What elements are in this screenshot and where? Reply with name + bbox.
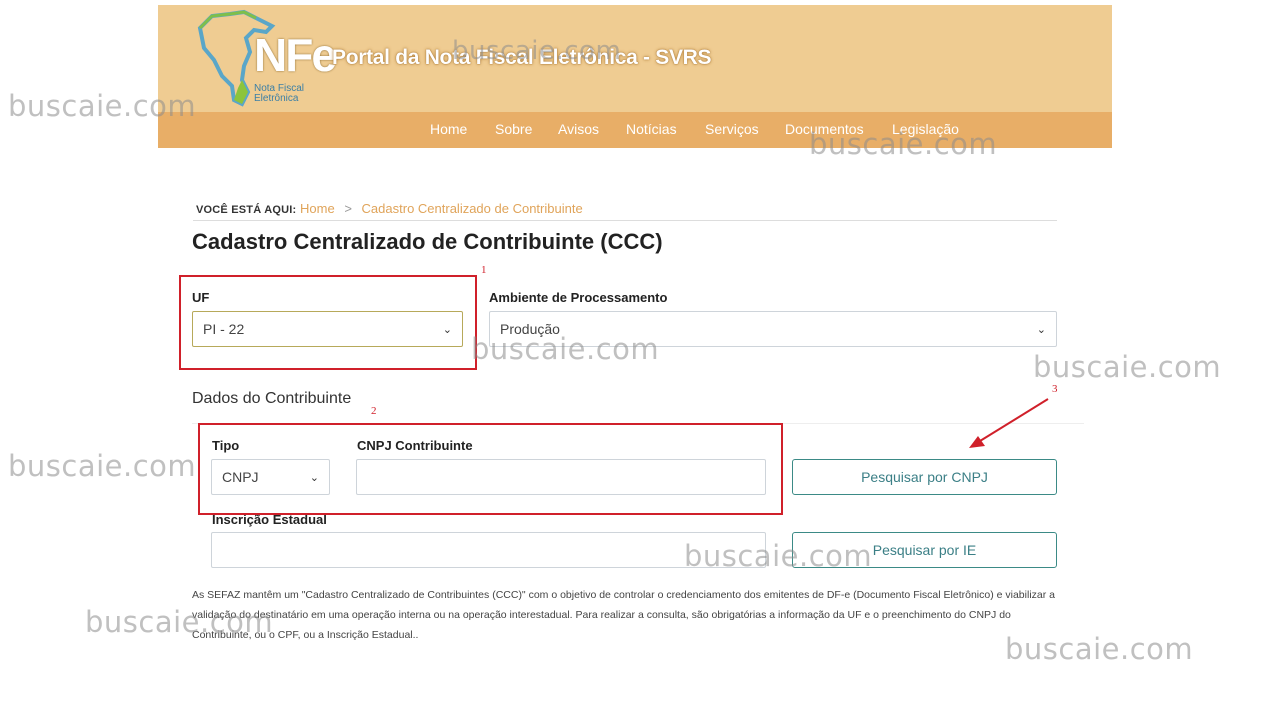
annotation-number-1: 1 [481, 264, 487, 276]
ambiente-label: Ambiente de Processamento [489, 290, 668, 305]
annotation-box-2 [198, 423, 783, 515]
nav-servicos[interactable]: Serviços [705, 121, 759, 137]
watermark: buscaie.com [1033, 350, 1222, 384]
nav-avisos[interactable]: Avisos [558, 121, 599, 137]
section-title: Dados do Contribuinte [192, 390, 352, 407]
ambiente-select-value: Produção [500, 321, 560, 337]
nfe-logo[interactable]: NFe Nota Fiscal Eletrônica [192, 8, 337, 110]
ie-input[interactable] [211, 532, 766, 568]
logo-subtitle: Nota Fiscal Eletrônica [254, 83, 305, 104]
breadcrumb-divider [193, 220, 1057, 221]
nav-sobre[interactable]: Sobre [495, 121, 532, 137]
search-ie-button[interactable]: Pesquisar por IE [792, 532, 1057, 568]
nav-noticias[interactable]: Notícias [626, 121, 677, 137]
site-header: NFe Nota Fiscal Eletrônica Portal da Not… [158, 5, 1112, 148]
portal-title: Portal da Nota Fiscal Eletrônica - SVRS [332, 46, 712, 69]
search-cnpj-button[interactable]: Pesquisar por CNPJ [792, 459, 1057, 495]
chevron-down-icon: ⌄ [1036, 323, 1046, 336]
watermark: buscaie.com [8, 449, 197, 483]
annotation-box-1 [179, 275, 477, 370]
breadcrumb-home-link[interactable]: Home [300, 201, 335, 216]
breadcrumb-separator: > [344, 201, 352, 216]
breadcrumb: VOCÊ ESTÁ AQUI: Home > Cadastro Centrali… [196, 201, 583, 216]
logo-text: NFe [254, 29, 337, 81]
breadcrumb-prefix: VOCÊ ESTÁ AQUI: [196, 204, 297, 216]
annotation-number-3: 3 [1052, 383, 1058, 395]
breadcrumb-current: Cadastro Centralizado de Contribuinte [361, 201, 583, 216]
nav-documentos[interactable]: Documentos [785, 121, 864, 137]
nav-legislacao[interactable]: Legislação [892, 121, 959, 137]
description-text: As SEFAZ mantêm um "Cadastro Centralizad… [192, 589, 1055, 641]
nav-home[interactable]: Home [430, 121, 467, 137]
ambiente-select[interactable]: Produção ⌄ [489, 311, 1057, 347]
page-title: Cadastro Centralizado de Contribuinte (C… [192, 229, 663, 254]
main-nav: Home Sobre Avisos Notícias Serviços Docu… [158, 112, 1112, 148]
annotation-number-2: 2 [371, 405, 377, 417]
